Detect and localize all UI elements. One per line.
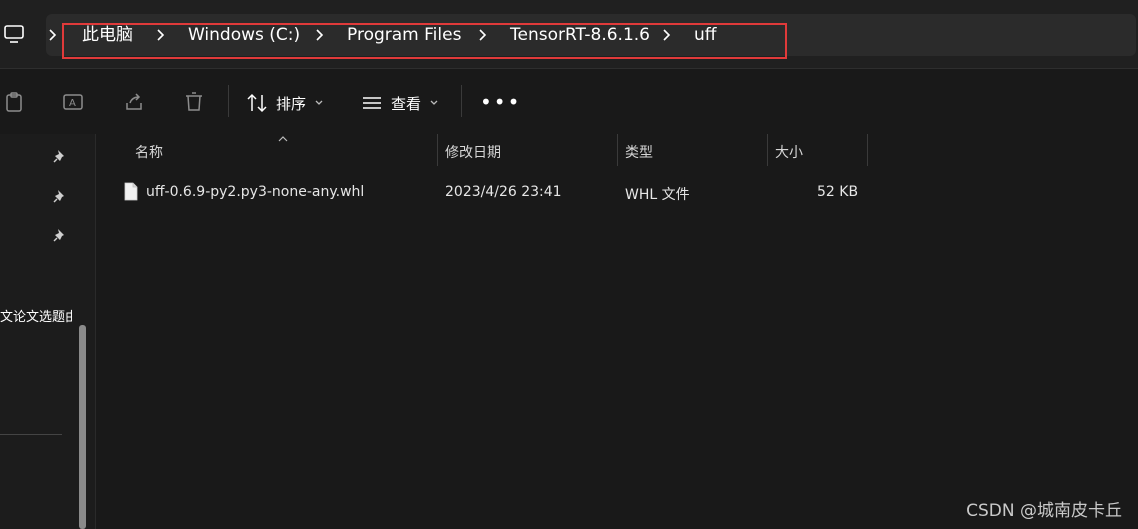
column-divider[interactable] [617,134,618,166]
pin-icon[interactable] [53,149,67,163]
this-pc-icon[interactable] [3,24,25,44]
column-divider[interactable] [437,134,438,166]
file-size: 52 KB [817,184,859,200]
file-name[interactable]: uff-0.6.9-py2.py3-none-any.whl [146,184,364,200]
view-icon [363,97,381,109]
sidebar-scrollbar[interactable] [79,325,86,529]
column-headers: 名称 修改日期 类型 大小 [96,134,868,168]
chevron-right-icon[interactable] [46,24,60,46]
command-bar: A 排序 查看 ••• [0,68,1138,135]
sort-button[interactable]: 排序 [246,91,324,115]
view-button[interactable]: 查看 [361,91,439,115]
column-header-name[interactable]: 名称 [135,142,163,162]
file-type: WHL 文件 [625,187,690,203]
navigation-pane: 文论文选题由 [0,134,96,529]
chevron-down-icon [315,100,323,105]
watermark: CSDN @城南皮卡丘 [966,501,1122,521]
sort-icon [247,93,267,113]
file-icon [124,182,138,201]
toolbar-divider [228,85,229,117]
highlight-box [62,23,787,59]
pin-icon[interactable] [53,228,67,242]
svg-text:A: A [69,98,76,109]
more-options-button[interactable]: ••• [480,92,521,112]
sidebar-divider [0,434,62,435]
share-icon[interactable] [123,91,145,113]
column-header-type[interactable]: 类型 [625,142,653,162]
paste-icon[interactable] [3,91,25,113]
sidebar-item-partial[interactable]: 文论文选题由 [0,306,72,325]
address-bar-region: 此电脑 Windows (C:) Program Files TensorRT-… [0,0,1138,68]
column-divider[interactable] [767,134,768,166]
file-row[interactable]: uff-0.6.9-py2.py3-none-any.whl 2023/4/26… [96,178,868,208]
sort-label: 排序 [276,94,307,113]
delete-icon[interactable] [183,91,205,113]
chevron-down-icon [430,100,438,105]
view-label: 查看 [391,94,422,113]
column-divider[interactable] [867,134,868,166]
toolbar-divider [461,85,462,117]
sort-ascending-icon [278,136,288,142]
column-header-size[interactable]: 大小 [775,142,803,162]
pin-icon[interactable] [53,189,67,203]
file-modified: 2023/4/26 23:41 [445,184,562,200]
rename-icon[interactable]: A [62,91,84,113]
column-header-modified[interactable]: 修改日期 [445,142,501,162]
